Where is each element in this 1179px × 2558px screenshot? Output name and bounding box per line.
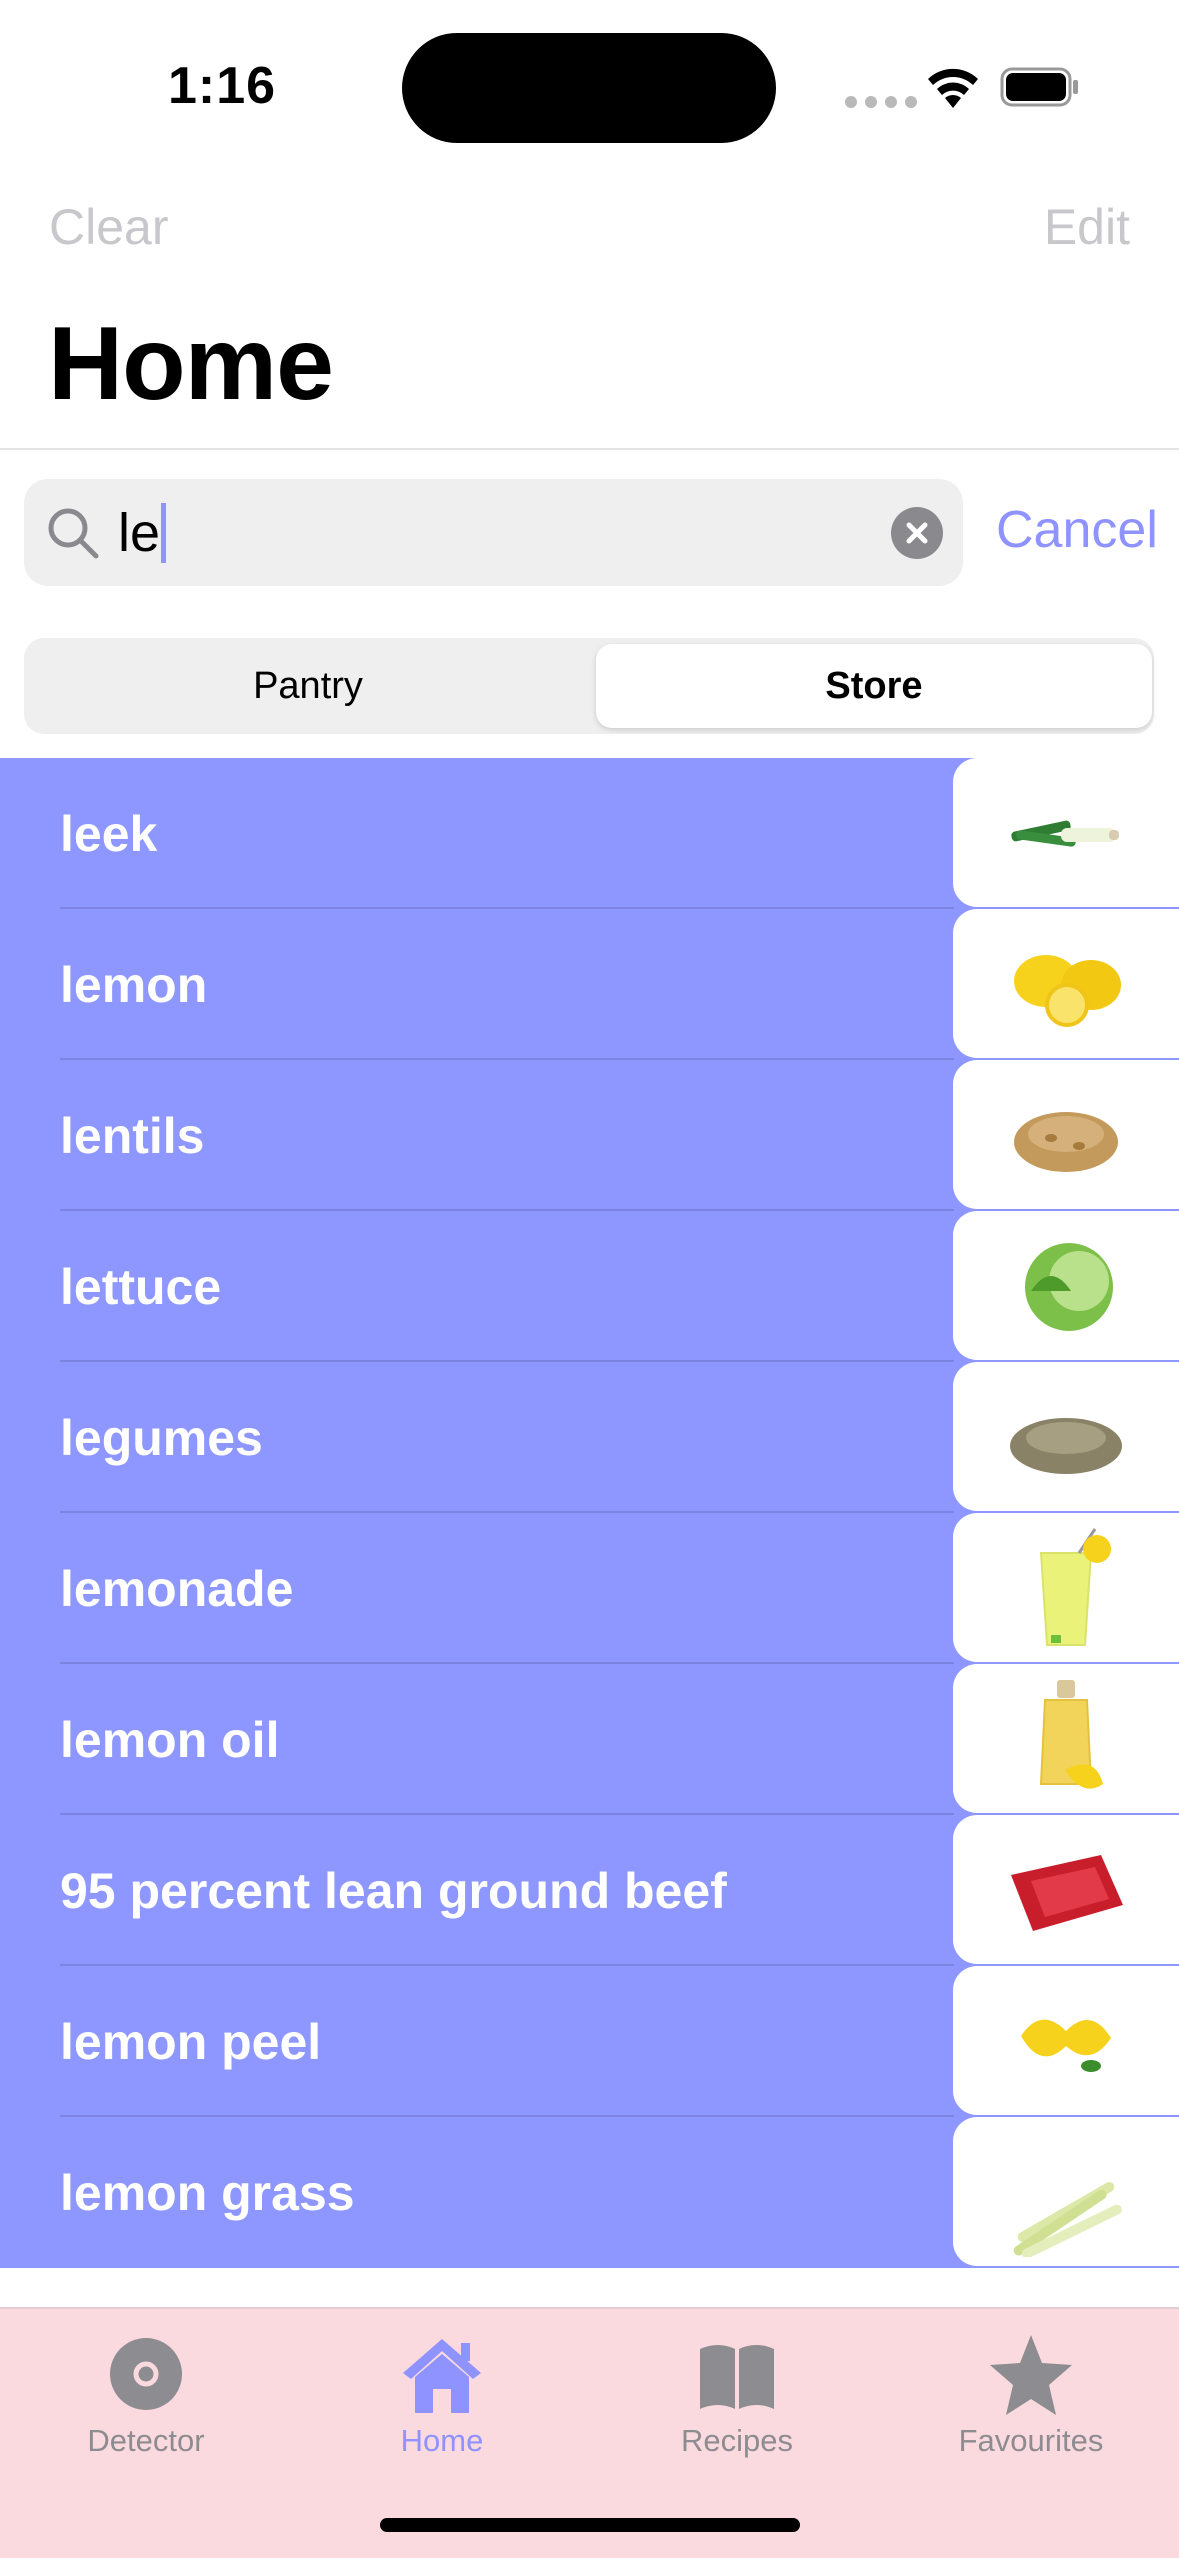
item-label: lemon oil	[60, 1711, 280, 1768]
tab-label: Favourites	[958, 2423, 1104, 2458]
cancel-button[interactable]: Cancel	[996, 500, 1158, 560]
list-item[interactable]: legumes	[0, 1362, 1179, 1513]
list-item[interactable]: lemon peel	[0, 1966, 1179, 2117]
item-label: lettuce	[60, 1258, 222, 1315]
clear-button[interactable]: Clear	[49, 198, 168, 256]
lemon-oil-image	[953, 1664, 1179, 1813]
tab-detector[interactable]: Detector	[36, 2329, 256, 2469]
clear-search-icon[interactable]	[891, 507, 943, 559]
item-label: lemonade	[60, 1560, 294, 1617]
list-item[interactable]: 95 percent lean ground beef	[0, 1815, 1179, 1966]
item-label: 95 percent lean ground beef	[60, 1862, 727, 1919]
house-icon	[403, 2339, 481, 2413]
cellular-signal-icon	[845, 96, 917, 108]
search-input[interactable]: le	[24, 479, 963, 586]
edit-button[interactable]: Edit	[1044, 198, 1130, 256]
tab-recipes[interactable]: Recipes	[627, 2329, 847, 2469]
disc-icon	[110, 2338, 182, 2410]
list-item[interactable]: leek	[0, 758, 1179, 909]
lemonade-image	[953, 1513, 1179, 1662]
lettuce-image	[953, 1211, 1179, 1360]
nav-divider	[0, 448, 1179, 450]
list-item[interactable]: lemonade	[0, 1513, 1179, 1664]
search-icon	[48, 508, 99, 559]
tab-favourites[interactable]: Favourites	[921, 2329, 1141, 2469]
legumes-image	[953, 1362, 1179, 1511]
list-item[interactable]: lentils	[0, 1060, 1179, 1211]
page-title: Home	[48, 306, 334, 422]
lemon-grass-image	[953, 2117, 1179, 2266]
lemon-image	[953, 909, 1179, 1058]
item-label: leek	[60, 805, 158, 862]
list-item[interactable]: lemon grass	[0, 2117, 1179, 2268]
text-caret	[161, 503, 167, 563]
search-query-text: le	[118, 503, 161, 563]
book-icon	[700, 2345, 774, 2409]
search-query[interactable]: le	[118, 503, 167, 563]
item-label: lemon	[60, 956, 208, 1013]
wifi-icon	[928, 68, 978, 108]
home-indicator	[380, 2518, 800, 2532]
tab-label: Recipes	[681, 2423, 793, 2458]
battery-icon	[1000, 67, 1078, 107]
item-label: legumes	[60, 1409, 263, 1466]
status-time: 1:16	[168, 57, 277, 115]
star-icon	[990, 2335, 1072, 2415]
item-label: lentils	[60, 1107, 205, 1164]
results-list: leek lemon lentils lettuce legumes lemon…	[0, 758, 1179, 2268]
tab-label: Detector	[87, 2423, 205, 2458]
dynamic-island	[402, 33, 776, 143]
list-item[interactable]: lemon	[0, 909, 1179, 1060]
ground-beef-image	[953, 1815, 1179, 1964]
item-label: lemon peel	[60, 2013, 322, 2070]
segment-store[interactable]: Store	[596, 644, 1152, 728]
leek-image	[953, 758, 1179, 907]
tab-label: Home	[400, 2423, 484, 2458]
scope-segmented-control: Pantry Store	[24, 638, 1154, 734]
segment-pantry[interactable]: Pantry	[30, 644, 586, 728]
list-item[interactable]: lettuce	[0, 1211, 1179, 1362]
lentils-image	[953, 1060, 1179, 1209]
item-label: lemon grass	[60, 2164, 355, 2221]
list-item[interactable]: lemon oil	[0, 1664, 1179, 1815]
lemon-peel-image	[953, 1966, 1179, 2115]
tab-home[interactable]: Home	[332, 2329, 552, 2469]
